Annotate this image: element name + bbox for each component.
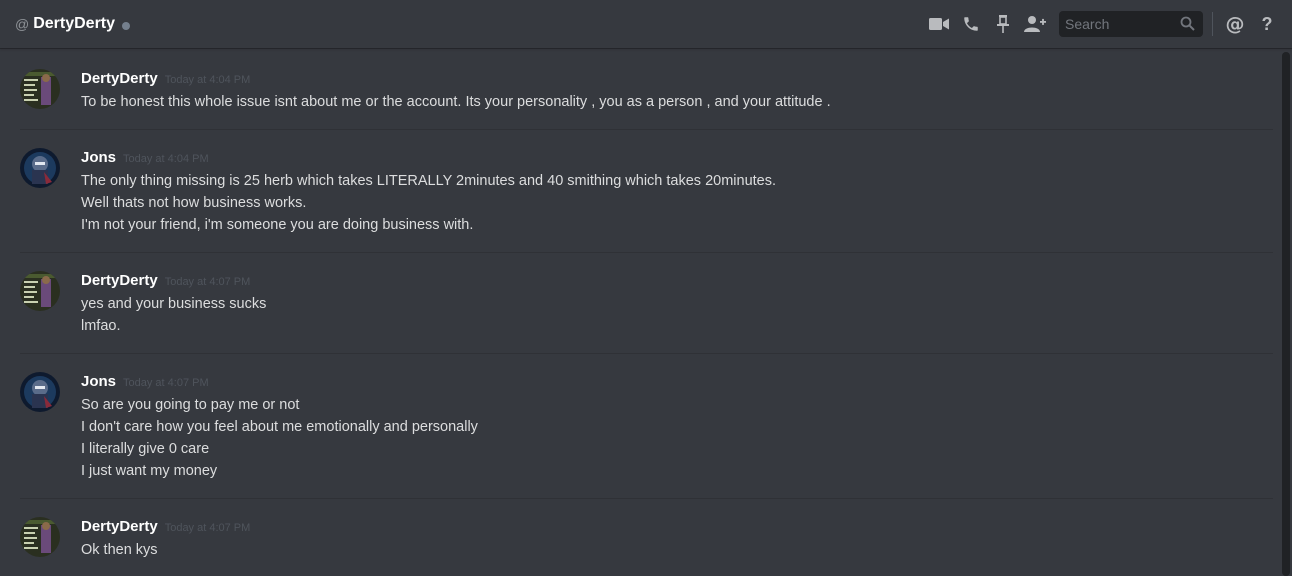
header-separator <box>1212 12 1213 36</box>
message-list: DertyDerty Today at 4:04 PM To be honest … <box>0 48 1280 576</box>
status-offline-indicator <box>122 21 131 30</box>
avatar-dertyderty[interactable] <box>20 69 60 109</box>
add-friend-icon[interactable] <box>1024 13 1046 35</box>
author-name[interactable]: DertyDerty <box>81 70 158 87</box>
message-divider <box>20 498 1273 499</box>
message-timestamp: Today at 4:07 PM <box>123 377 209 389</box>
message-divider <box>20 129 1273 130</box>
channel-name: DertyDerty <box>33 15 116 32</box>
message-divider <box>20 252 1273 253</box>
message-line: yes and your business sucks <box>81 296 267 312</box>
message-line: I don't care how you feel about me emoti… <box>81 419 478 435</box>
mention-symbol: @ <box>1225 13 1245 35</box>
chat-scrollbar[interactable] <box>1282 52 1290 576</box>
message-divider <box>20 353 1273 354</box>
help-icon[interactable]: ? <box>1256 13 1278 35</box>
message-author[interactable]: Jons Today at 4:04 PM <box>81 148 209 169</box>
message-line: Well thats not how business works. <box>81 195 307 211</box>
search-icon <box>1180 16 1195 36</box>
message-line: I'm not your friend, i'm someone you are… <box>81 217 474 233</box>
message-author[interactable]: Jons Today at 4:07 PM <box>81 372 209 393</box>
mention-icon[interactable]: @ <box>1224 13 1246 35</box>
message-author[interactable]: DertyDerty Today at 4:07 PM <box>81 517 250 538</box>
message-line: The only thing missing is 25 herb which … <box>81 173 777 189</box>
at-icon: @ <box>15 16 30 32</box>
message-author[interactable]: DertyDerty Today at 4:04 PM <box>81 69 250 90</box>
message-content: The only thing missing is 25 herb which … <box>81 170 776 236</box>
avatar-dertyderty[interactable] <box>20 517 60 557</box>
author-name[interactable]: DertyDerty <box>81 518 158 535</box>
author-name[interactable]: DertyDerty <box>81 272 158 289</box>
message-line: I literally give 0 care <box>81 441 210 457</box>
message-content: So are you going to pay me or not I don'… <box>81 394 478 482</box>
author-name[interactable]: Jons <box>81 373 116 390</box>
scrollbar-thumb[interactable] <box>1282 52 1290 576</box>
author-name[interactable]: Jons <box>81 149 116 166</box>
message-line: Ok then kys <box>81 542 158 558</box>
message-line: To be honest this whole issue isnt about… <box>81 94 831 110</box>
header-toolbar: Search @ ? <box>918 0 1278 48</box>
message-timestamp: Today at 4:04 PM <box>164 74 251 86</box>
search-input[interactable]: Search <box>1059 11 1203 37</box>
avatar-jons[interactable] <box>20 372 60 412</box>
message-content: Ok then kys <box>81 539 158 561</box>
message-line: So are you going to pay me or not <box>81 397 300 413</box>
channel-header: @ DertyDerty Search @ ? <box>0 0 1292 48</box>
message-timestamp: Today at 4:07 PM <box>164 522 251 534</box>
message-timestamp: Today at 4:07 PM <box>164 276 251 288</box>
message-line: I just want my money <box>81 463 218 479</box>
search-placeholder: Search <box>1065 16 1110 32</box>
pin-icon[interactable] <box>992 13 1014 35</box>
help-symbol: ? <box>1261 14 1273 34</box>
avatar-dertyderty[interactable] <box>20 271 60 311</box>
avatar-jons[interactable] <box>20 148 60 188</box>
message-author[interactable]: DertyDerty Today at 4:07 PM <box>81 271 250 292</box>
video-call-icon[interactable] <box>928 13 950 35</box>
message-content: To be honest this whole issue isnt about… <box>81 91 831 113</box>
message-content: yes and your business sucks lmfao. <box>81 293 266 337</box>
message-timestamp: Today at 4:04 PM <box>123 153 209 165</box>
voice-call-icon[interactable] <box>960 13 982 35</box>
message-line: lmfao. <box>81 318 121 334</box>
